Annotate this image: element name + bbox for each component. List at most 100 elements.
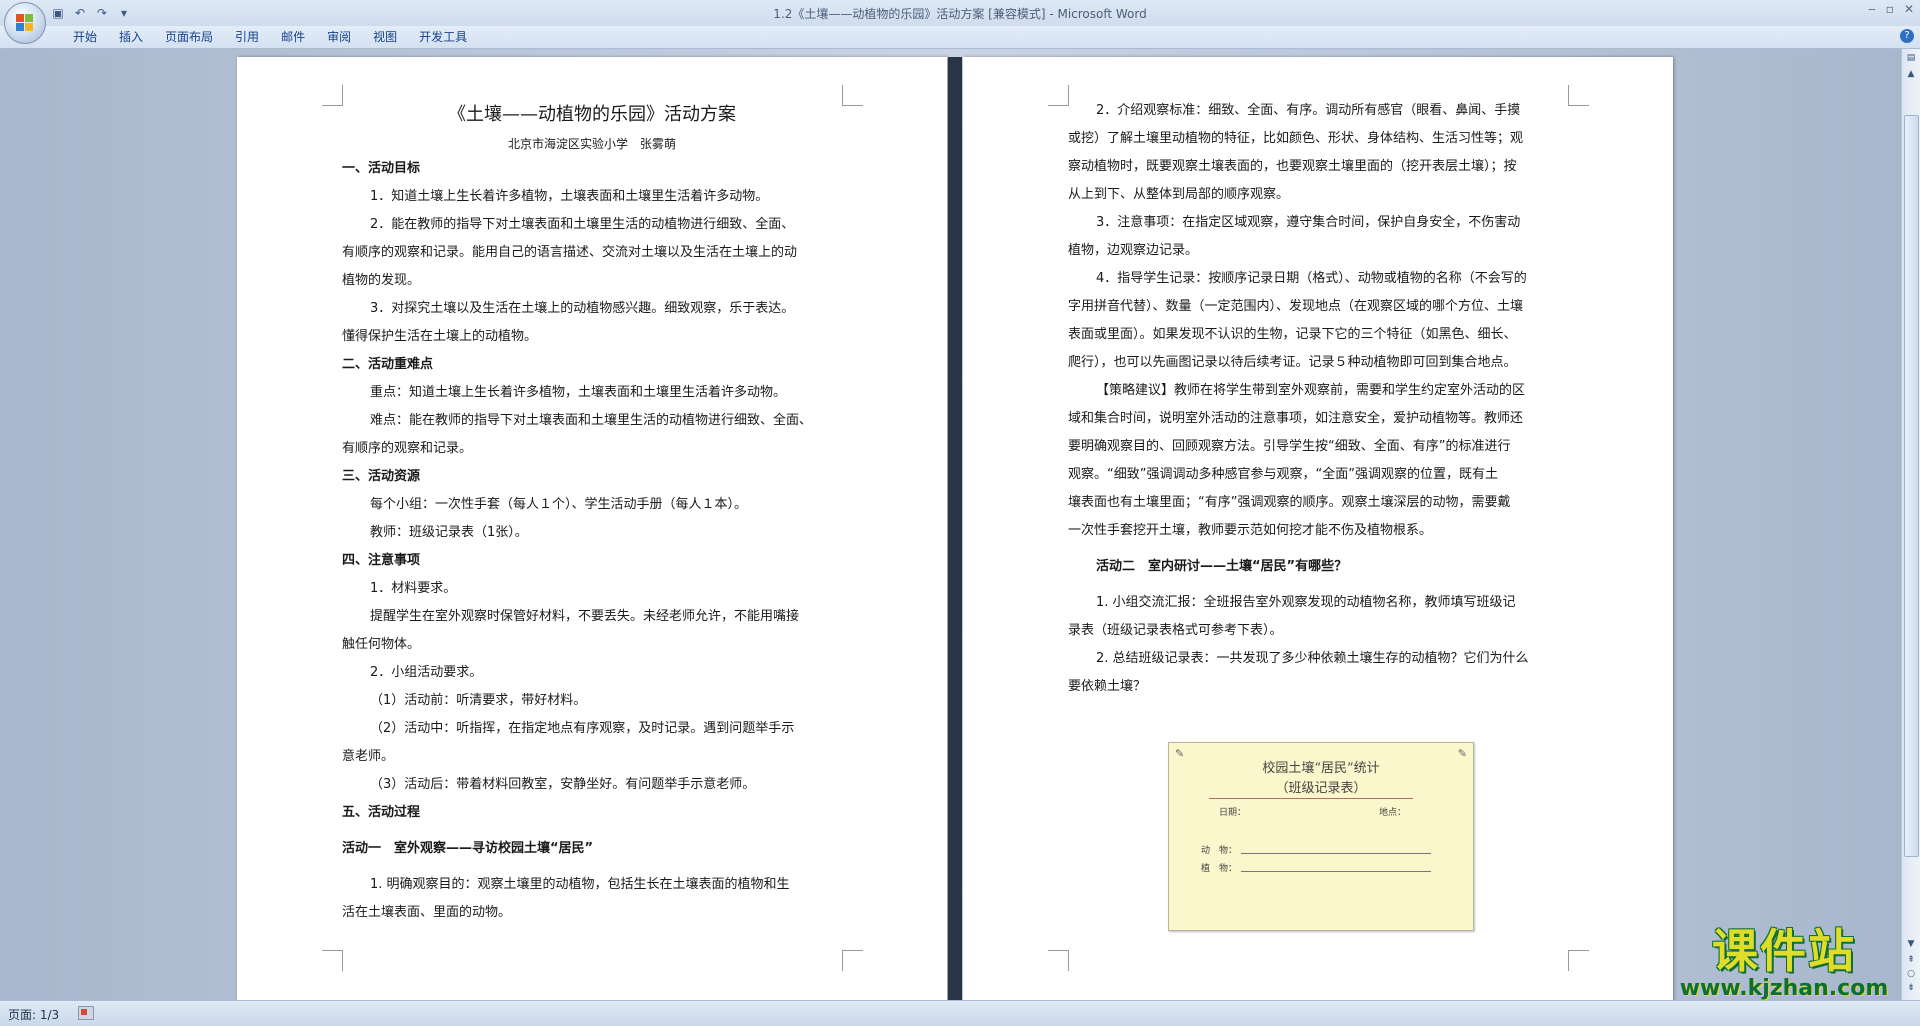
card-date-label: 日期： xyxy=(1219,808,1247,818)
tab-home[interactable]: 开始 xyxy=(62,29,108,45)
window-controls: ‒ ▫ ✕ xyxy=(1868,2,1914,16)
section-heading: 活动一 室外观察——寻访校园土壤“居民” xyxy=(342,841,594,856)
scroll-thumb[interactable] xyxy=(1904,115,1919,857)
crop-mark xyxy=(322,85,343,106)
watermark-title: 课件站 xyxy=(1712,924,1856,978)
tab-view[interactable]: 视图 xyxy=(362,29,408,45)
section-heading: 五、活动过程 xyxy=(342,805,421,820)
paragraph-line: 一次性手套挖开土壤，教师要示范如何挖才能不伤及植物根系。 xyxy=(1068,523,1433,538)
title-bar: ▣ ↶ ↷ ▾ 1.2《土壤——动植物的乐园》活动方案 [兼容模式] - Mic… xyxy=(0,0,1920,26)
paragraph-line: 每个小组：一次性手套（每人１个）、学生活动手册（每人１本）。 xyxy=(370,497,748,512)
paragraph-line: 1．知道土壤上生长着许多植物，土壤表面和土壤里生活着许多动物。 xyxy=(370,189,769,204)
page-gap xyxy=(948,57,962,1000)
document-workspace: 《土壤——动植物的乐园》活动方案 北京市海淀区实验小学 张雾萌 一、活动目标 1．… xyxy=(0,49,1902,1000)
paragraph-line: 3．对探究土壤以及生活在土壤上的动植物感兴趣。细致观察，乐于表达。 xyxy=(370,301,795,316)
paragraph-line: 爬行），也可以先画图记录以待后续考证。记录５种动植物即可回到集合地点。 xyxy=(1068,355,1517,370)
crop-mark xyxy=(1568,950,1589,971)
section-heading: 活动二 室内研讨——土壤“居民”有哪些？ xyxy=(1096,559,1348,574)
crop-mark xyxy=(1048,85,1069,106)
paragraph-line: 察动植物时，既要观察土壤表面的，也要观察土壤里面的（挖开表层土壤）；按 xyxy=(1068,159,1517,174)
watermark-logo: 课件站 www.kjzhan.com xyxy=(1668,925,1900,1005)
scroll-up-arrow-icon[interactable]: ▲ xyxy=(1904,67,1918,81)
maximize-button[interactable]: ▫ xyxy=(1886,2,1894,16)
crop-mark xyxy=(842,85,863,106)
document-page-1[interactable]: 《土壤——动植物的乐园》活动方案 北京市海淀区实验小学 张雾萌 一、活动目标 1．… xyxy=(237,57,947,1000)
ruler-toggle-icon[interactable]: ▤ xyxy=(1904,51,1918,65)
paragraph-line: 1．材料要求。 xyxy=(370,581,457,596)
paragraph-line: 意老师。 xyxy=(342,749,395,764)
paragraph-line: 2. 总结班级记录表：一共发现了多少种依赖土壤生存的动植物？它们为什么 xyxy=(1096,651,1529,666)
paragraph-line: 要依赖土壤？ xyxy=(1068,679,1147,694)
section-heading: 四、注意事项 xyxy=(342,553,421,568)
browse-object-icon[interactable]: ○ xyxy=(1904,967,1918,981)
paragraph-line: （1）活动前：听清要求，带好材料。 xyxy=(370,693,587,708)
card-divider xyxy=(1209,798,1413,799)
ribbon-tabs-bar: 开始 插入 页面布局 引用 邮件 审阅 视图 开发工具 ? xyxy=(0,26,1920,49)
paragraph-line: （3）活动后：带着材料回教室，安静坐好。有问题举手示意老师。 xyxy=(370,777,756,792)
paragraph-line: 录表（班级记录表格式可参考下表）。 xyxy=(1068,623,1283,638)
paragraph-line: 提醒学生在室外观察时保管好材料，不要丢失。未经老师允许，不能用嘴接 xyxy=(370,609,800,624)
document-title: 《土壤——动植物的乐园》活动方案 xyxy=(448,104,736,125)
card-plant-line xyxy=(1241,871,1431,872)
paragraph-line: 1. 明确观察目的：观察土壤里的动植物，包括生长在土壤表面的植物和生 xyxy=(370,877,790,892)
card-title: 校园土壤“居民”统计 xyxy=(1262,761,1380,776)
scroll-down-arrow-icon[interactable]: ▼ xyxy=(1904,937,1918,951)
card-place-label: 地点： xyxy=(1379,808,1407,818)
paragraph-line: 【策略建议】教师在将学生带到室外观察前，需要和学生约定室外活动的区 xyxy=(1096,383,1526,398)
tab-insert[interactable]: 插入 xyxy=(108,29,154,45)
page-2-body: 2．介绍观察标准：细致、全面、有序。调动所有感官（眼看、鼻闻、手摸 或挖）了解土壤… xyxy=(1068,97,1568,701)
office-logo-icon xyxy=(16,14,34,32)
paragraph-line: 4．指导学生记录：按顺序记录日期（格式）、动物或植物的名称（不会写的 xyxy=(1096,271,1527,286)
help-icon[interactable]: ? xyxy=(1900,29,1914,43)
tab-page-layout[interactable]: 页面布局 xyxy=(154,29,224,45)
page-1-text: 一、活动目标 1．知道土壤上生长着许多植物，土壤表面和土壤里生活着许多动物。 2．能… xyxy=(342,155,842,927)
minimize-button[interactable]: ‒ xyxy=(1868,2,1876,16)
document-page-2[interactable]: 2．介绍观察标准：细致、全面、有序。调动所有感官（眼看、鼻闻、手摸 或挖）了解土壤… xyxy=(963,57,1673,1000)
paragraph-line: （2）活动中：听指挥，在指定地点有序观察，及时记录。遇到问题举手示 xyxy=(370,721,795,736)
window-title: 1.2《土壤——动植物的乐园》活动方案 [兼容模式] - Microsoft W… xyxy=(773,7,1147,21)
crop-mark xyxy=(842,950,863,971)
card-animal-label: 动 物： xyxy=(1201,846,1238,856)
paragraph-line: 壤表面也有土壤里面；“有序”强调观察的顺序。观察土壤深层的动物，需要戴 xyxy=(1068,495,1511,510)
page-1-body: 《土壤——动植物的乐园》活动方案 北京市海淀区实验小学 张雾萌 一、活动目标 1．… xyxy=(342,97,842,927)
tab-developer[interactable]: 开发工具 xyxy=(408,29,478,45)
section-heading: 一、活动目标 xyxy=(342,161,421,176)
card-subtitle: （班级记录表） xyxy=(1275,781,1367,796)
crop-mark xyxy=(322,950,343,971)
card-plant-label: 植 物： xyxy=(1201,864,1238,874)
paragraph-line: 懂得保护生活在土壤上的动植物。 xyxy=(342,329,538,344)
document-author: 北京市海淀区实验小学 张雾萌 xyxy=(507,137,676,151)
paragraph-line: 难点：能在教师的指导下对土壤表面和土壤里生活的动植物进行细致、全面、 xyxy=(370,413,813,428)
tab-review[interactable]: 审阅 xyxy=(316,29,362,45)
class-record-card-image: ✎ ✎ 校园土壤“居民”统计 （班级记录表） 日期： 地点： 动 物： 植 物： xyxy=(1168,742,1474,931)
crop-mark xyxy=(1568,85,1589,106)
close-button[interactable]: ✕ xyxy=(1904,2,1914,16)
section-heading: 二、活动重难点 xyxy=(342,357,434,372)
paragraph-line: 表面或里面）。如果发现不认识的生物，记录下它的三个特征（如黑色、细长、 xyxy=(1068,327,1517,342)
paragraph-line: 重点：知道土壤上生长着许多植物，土壤表面和土壤里生活着许多动物。 xyxy=(370,385,787,400)
crop-mark xyxy=(1048,950,1069,971)
office-button[interactable] xyxy=(4,2,46,44)
paragraph-line: 要明确观察目的、回顾观察方法。引导学生按“细致、全面、有序”的标准进行 xyxy=(1068,439,1511,454)
page-indicator[interactable]: 页面: 1/3 xyxy=(8,1006,59,1023)
next-page-icon[interactable]: ⇟ xyxy=(1904,981,1918,995)
paragraph-line: 2．能在教师的指导下对土壤表面和土壤里生活的动植物进行细致、全面、 xyxy=(370,217,795,232)
paragraph-line: 有顺序的观察和记录。能用自己的语言描述、交流对土壤以及生活在土壤上的动 xyxy=(342,245,798,260)
previous-page-icon[interactable]: ⇞ xyxy=(1904,953,1918,967)
tab-references[interactable]: 引用 xyxy=(224,29,270,45)
status-bar: 页面: 1/3 xyxy=(0,1000,1920,1026)
paragraph-line: 植物，边观察边记录。 xyxy=(1068,243,1199,258)
paragraph-line: 植物的发现。 xyxy=(342,273,421,288)
vertical-scrollbar[interactable]: ▤ ▲ ▼ ⇞ ○ ⇟ xyxy=(1901,49,1920,1000)
tab-mailings[interactable]: 邮件 xyxy=(270,29,316,45)
paragraph-line: 字用拼音代替）、数量（一定范围内）、发现地点（在观察区域的哪个方位、土壤 xyxy=(1068,299,1524,314)
proofing-status-icon[interactable] xyxy=(78,1006,94,1020)
page-2-text: 2．介绍观察标准：细致、全面、有序。调动所有感官（眼看、鼻闻、手摸 或挖）了解土壤… xyxy=(1068,97,1568,701)
paragraph-line: 有顺序的观察和记录。 xyxy=(342,441,473,456)
paragraph-line: 从上到下、从整体到局部的顺序观察。 xyxy=(1068,187,1290,202)
paragraph-line: 触任何物体。 xyxy=(342,637,421,652)
